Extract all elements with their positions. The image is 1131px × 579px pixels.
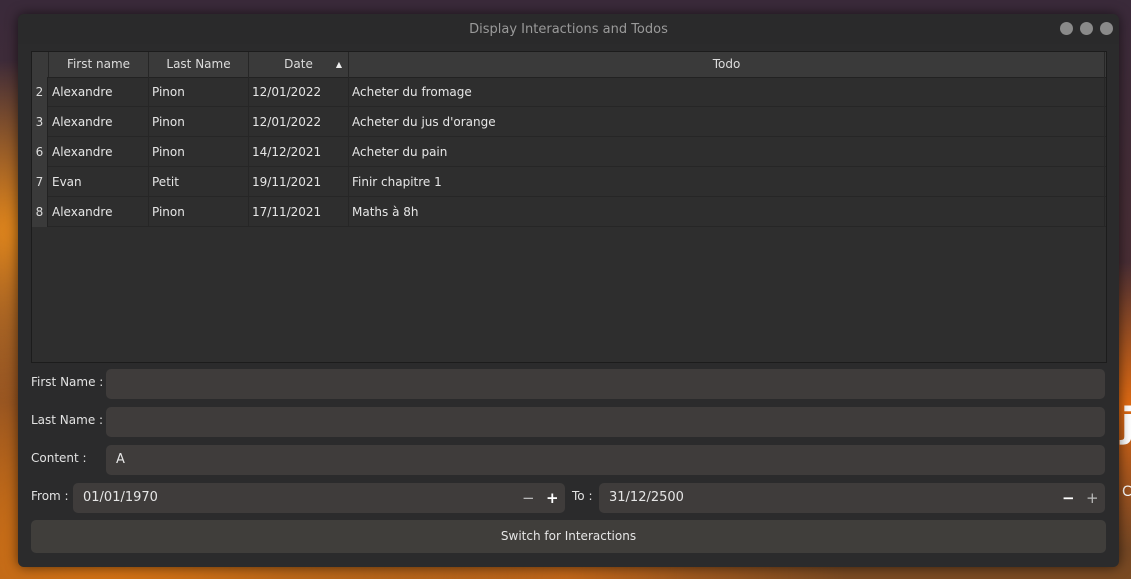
desktop-glyph-small: C — [1122, 484, 1131, 500]
from-label: From : — [31, 489, 69, 503]
sort-ascending-icon: ▲ — [335, 60, 342, 69]
header-todo[interactable]: Todo — [349, 52, 1105, 77]
app-window: Display Interactions and Todos First nam… — [18, 14, 1119, 567]
table-row[interactable]: 8 Alexandre Pinon 17/11/2021 Maths à 8h — [32, 197, 1106, 227]
row-number[interactable]: 2 — [32, 77, 48, 107]
row-number[interactable]: 3 — [32, 107, 48, 137]
header-date[interactable]: Date ▲ — [249, 52, 349, 77]
cell-date[interactable]: 17/11/2021 — [249, 197, 349, 227]
cell-todo[interactable]: Acheter du fromage — [349, 77, 1105, 107]
maximize-button[interactable] — [1080, 22, 1093, 35]
window-title: Display Interactions and Todos — [469, 21, 668, 37]
cell-first-name[interactable]: Alexandre — [49, 77, 149, 107]
to-increment-button[interactable]: + — [1086, 483, 1099, 513]
content-label: Content : — [31, 451, 87, 465]
cell-last-name[interactable]: Pinon — [149, 137, 249, 167]
from-date-edit[interactable]: 01/01/1970 − + — [73, 483, 565, 513]
desktop-glyph: j — [1121, 400, 1131, 446]
cell-todo[interactable]: Maths à 8h — [349, 197, 1105, 227]
last-name-label: Last Name : — [31, 413, 104, 427]
header-last-name[interactable]: Last Name — [149, 52, 249, 77]
cell-todo[interactable]: Finir chapitre 1 — [349, 167, 1105, 197]
cell-todo[interactable]: Acheter du pain — [349, 137, 1105, 167]
cell-date[interactable]: 14/12/2021 — [249, 137, 349, 167]
row-number[interactable]: 7 — [32, 167, 48, 197]
cell-first-name[interactable]: Evan — [49, 167, 149, 197]
to-date-value: 31/12/2500 — [609, 490, 684, 505]
cell-last-name[interactable]: Petit — [149, 167, 249, 197]
title-bar: Display Interactions and Todos — [18, 14, 1119, 44]
row-number[interactable]: 6 — [32, 137, 48, 167]
content-input[interactable] — [106, 445, 1105, 475]
cell-date[interactable]: 12/01/2022 — [249, 107, 349, 137]
close-button[interactable] — [1100, 22, 1113, 35]
table-row[interactable]: 7 Evan Petit 19/11/2021 Finir chapitre 1 — [32, 167, 1106, 197]
header-first-name[interactable]: First name — [49, 52, 149, 77]
table-row[interactable]: 3 Alexandre Pinon 12/01/2022 Acheter du … — [32, 107, 1106, 137]
switch-for-interactions-button[interactable]: Switch for Interactions — [31, 520, 1106, 553]
from-date-value: 01/01/1970 — [83, 490, 158, 505]
cell-first-name[interactable]: Alexandre — [49, 107, 149, 137]
first-name-label: First Name : — [31, 375, 104, 389]
to-decrement-button[interactable]: − — [1062, 483, 1075, 513]
row-number[interactable]: 8 — [32, 197, 48, 227]
to-date-edit[interactable]: 31/12/2500 − + — [599, 483, 1105, 513]
cell-last-name[interactable]: Pinon — [149, 197, 249, 227]
last-name-input[interactable] — [106, 407, 1105, 437]
from-increment-button[interactable]: + — [546, 483, 559, 513]
cell-last-name[interactable]: Pinon — [149, 107, 249, 137]
cell-date[interactable]: 19/11/2021 — [249, 167, 349, 197]
to-label: To : — [572, 489, 593, 503]
cell-first-name[interactable]: Alexandre — [49, 197, 149, 227]
minimize-button[interactable] — [1060, 22, 1073, 35]
cell-date[interactable]: 12/01/2022 — [249, 77, 349, 107]
corner-header[interactable] — [32, 52, 49, 77]
cell-last-name[interactable]: Pinon — [149, 77, 249, 107]
table-header: First name Last Name Date ▲ Todo — [32, 52, 1106, 78]
from-decrement-button[interactable]: − — [522, 483, 535, 513]
table-row[interactable]: 2 Alexandre Pinon 12/01/2022 Acheter du … — [32, 77, 1106, 107]
table-row[interactable]: 6 Alexandre Pinon 14/12/2021 Acheter du … — [32, 137, 1106, 167]
first-name-input[interactable] — [106, 369, 1105, 399]
cell-first-name[interactable]: Alexandre — [49, 137, 149, 167]
cell-todo[interactable]: Acheter du jus d'orange — [349, 107, 1105, 137]
todo-table[interactable]: First name Last Name Date ▲ Todo 2 Alexa… — [31, 51, 1107, 363]
header-date-label: Date — [284, 57, 313, 71]
